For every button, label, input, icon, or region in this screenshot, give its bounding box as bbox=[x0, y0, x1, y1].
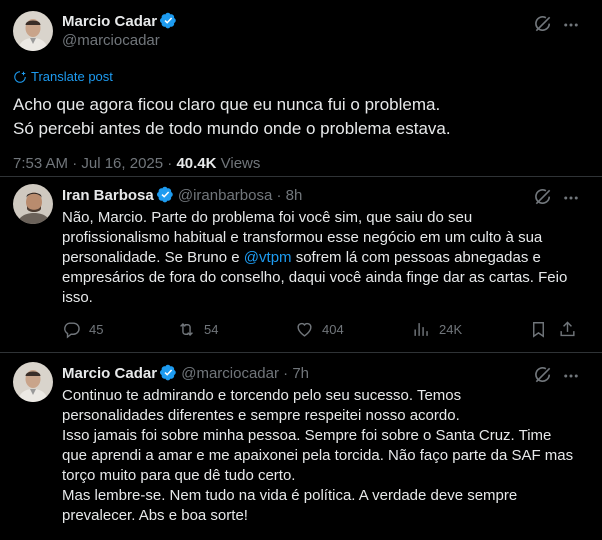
avatar-image bbox=[13, 11, 53, 51]
avatar-image bbox=[13, 184, 53, 224]
action-bar: 45 54 404 24K bbox=[62, 320, 582, 340]
author-name-row: Marcio Cadar bbox=[62, 12, 177, 31]
share-icon bbox=[558, 320, 577, 339]
reply-text-segment: sofrem lá com pessoas abnegadas e bbox=[291, 249, 541, 266]
grok-icon[interactable] bbox=[533, 187, 553, 207]
like-icon bbox=[295, 320, 314, 339]
reply-text-line: torço muito para que dê tudo certo. bbox=[62, 467, 296, 484]
translate-label: Translate post bbox=[31, 69, 113, 84]
more-icon[interactable] bbox=[562, 16, 580, 34]
reply-text-line: personalidades diferentes e sempre respe… bbox=[62, 407, 460, 424]
reply-text-line: empresários de fora do conselho, daqui v… bbox=[62, 269, 568, 286]
repost-count: 54 bbox=[204, 322, 219, 337]
bookmark-icon bbox=[529, 320, 548, 339]
tweet-meta: 7:53 AM · Jul 16, 2025 · 40.4K Views bbox=[13, 155, 260, 172]
tweet-text: Acho que agora ficou claro que eu nunca … bbox=[13, 93, 451, 141]
reply-text-line: personalidade. Se Bruno e @vtpm sofrem l… bbox=[62, 248, 582, 268]
bookmark-button[interactable] bbox=[529, 320, 548, 339]
reply-avatar[interactable] bbox=[13, 184, 53, 224]
views-button[interactable]: 24K bbox=[412, 320, 462, 339]
author-name[interactable]: Marcio Cadar bbox=[62, 13, 157, 30]
verified-badge-icon bbox=[160, 364, 177, 381]
reply-author-handle[interactable]: @marciocadar bbox=[181, 365, 279, 382]
reply-text-line: isso. bbox=[62, 289, 93, 306]
repost-icon bbox=[177, 320, 196, 339]
divider bbox=[0, 352, 602, 353]
translate-icon bbox=[13, 70, 27, 84]
tweet-text-line: Só percebi antes de todo mundo onde o pr… bbox=[13, 119, 451, 138]
divider bbox=[0, 176, 602, 177]
like-button[interactable]: 404 bbox=[295, 320, 344, 339]
more-icon[interactable] bbox=[562, 367, 580, 385]
reply-time[interactable]: · 8h bbox=[272, 187, 302, 204]
reply-text-line: prevalecer. Abs e boa sorte! bbox=[62, 507, 248, 524]
reply-author-handle[interactable]: @iranbarbosa bbox=[178, 187, 272, 204]
reply-text-line: Mas lembre-se. Nem tudo na vida é políti… bbox=[62, 487, 518, 504]
more-icon[interactable] bbox=[562, 189, 580, 207]
reply-text-line: Isso jamais foi sobre minha pessoa. Semp… bbox=[62, 427, 552, 444]
mention-link[interactable]: @vtpm bbox=[244, 249, 292, 266]
views-icon bbox=[412, 320, 431, 339]
verified-badge-icon bbox=[157, 186, 174, 203]
share-button[interactable] bbox=[558, 320, 577, 339]
grok-icon[interactable] bbox=[533, 365, 553, 385]
reply-header: Marcio Cadar @marciocadar · 7h bbox=[62, 364, 309, 382]
verified-badge-icon bbox=[160, 12, 177, 29]
reply-text-line: profissionalismo habitual e transformou … bbox=[62, 229, 543, 246]
reply-button[interactable]: 45 bbox=[62, 320, 103, 339]
views-count: 24K bbox=[439, 322, 463, 337]
tweet-timestamp[interactable]: 7:53 AM · Jul 16, 2025 · bbox=[13, 155, 176, 172]
reply-text-segment: personalidade. Se Bruno e bbox=[62, 249, 244, 266]
author-avatar[interactable] bbox=[13, 11, 53, 51]
reply-text: Continuo te admirando e torcendo pelo se… bbox=[62, 386, 582, 526]
reply-header: Iran Barbosa @iranbarbosa · 8h bbox=[62, 186, 302, 204]
grok-icon[interactable] bbox=[533, 14, 553, 34]
views-count: 40.4K bbox=[176, 155, 217, 172]
author-handle[interactable]: @marciocadar bbox=[62, 32, 160, 49]
tweet-text-line: Acho que agora ficou claro que eu nunca … bbox=[13, 95, 441, 114]
reply-text-line: Continuo te admirando e torcendo pelo se… bbox=[62, 387, 462, 404]
reply-text-line: que aprendi a amar e me apaixonei pela t… bbox=[62, 447, 574, 464]
like-count: 404 bbox=[322, 322, 344, 337]
repost-button[interactable]: 54 bbox=[177, 320, 218, 339]
reply-text: Não, Marcio. Parte do problema foi você … bbox=[62, 208, 582, 308]
views-label: Views bbox=[216, 155, 261, 172]
reply-icon bbox=[62, 320, 81, 339]
reply-time[interactable]: · 7h bbox=[279, 365, 309, 382]
reply-count: 45 bbox=[89, 322, 104, 337]
reply-text-line: Não, Marcio. Parte do problema foi você … bbox=[62, 209, 473, 226]
translate-post-link[interactable]: Translate post bbox=[13, 69, 113, 84]
reply-author-name[interactable]: Iran Barbosa bbox=[62, 187, 154, 204]
reply-author-name[interactable]: Marcio Cadar bbox=[62, 365, 157, 382]
reply-avatar[interactable] bbox=[13, 362, 53, 402]
avatar-image bbox=[13, 362, 53, 402]
